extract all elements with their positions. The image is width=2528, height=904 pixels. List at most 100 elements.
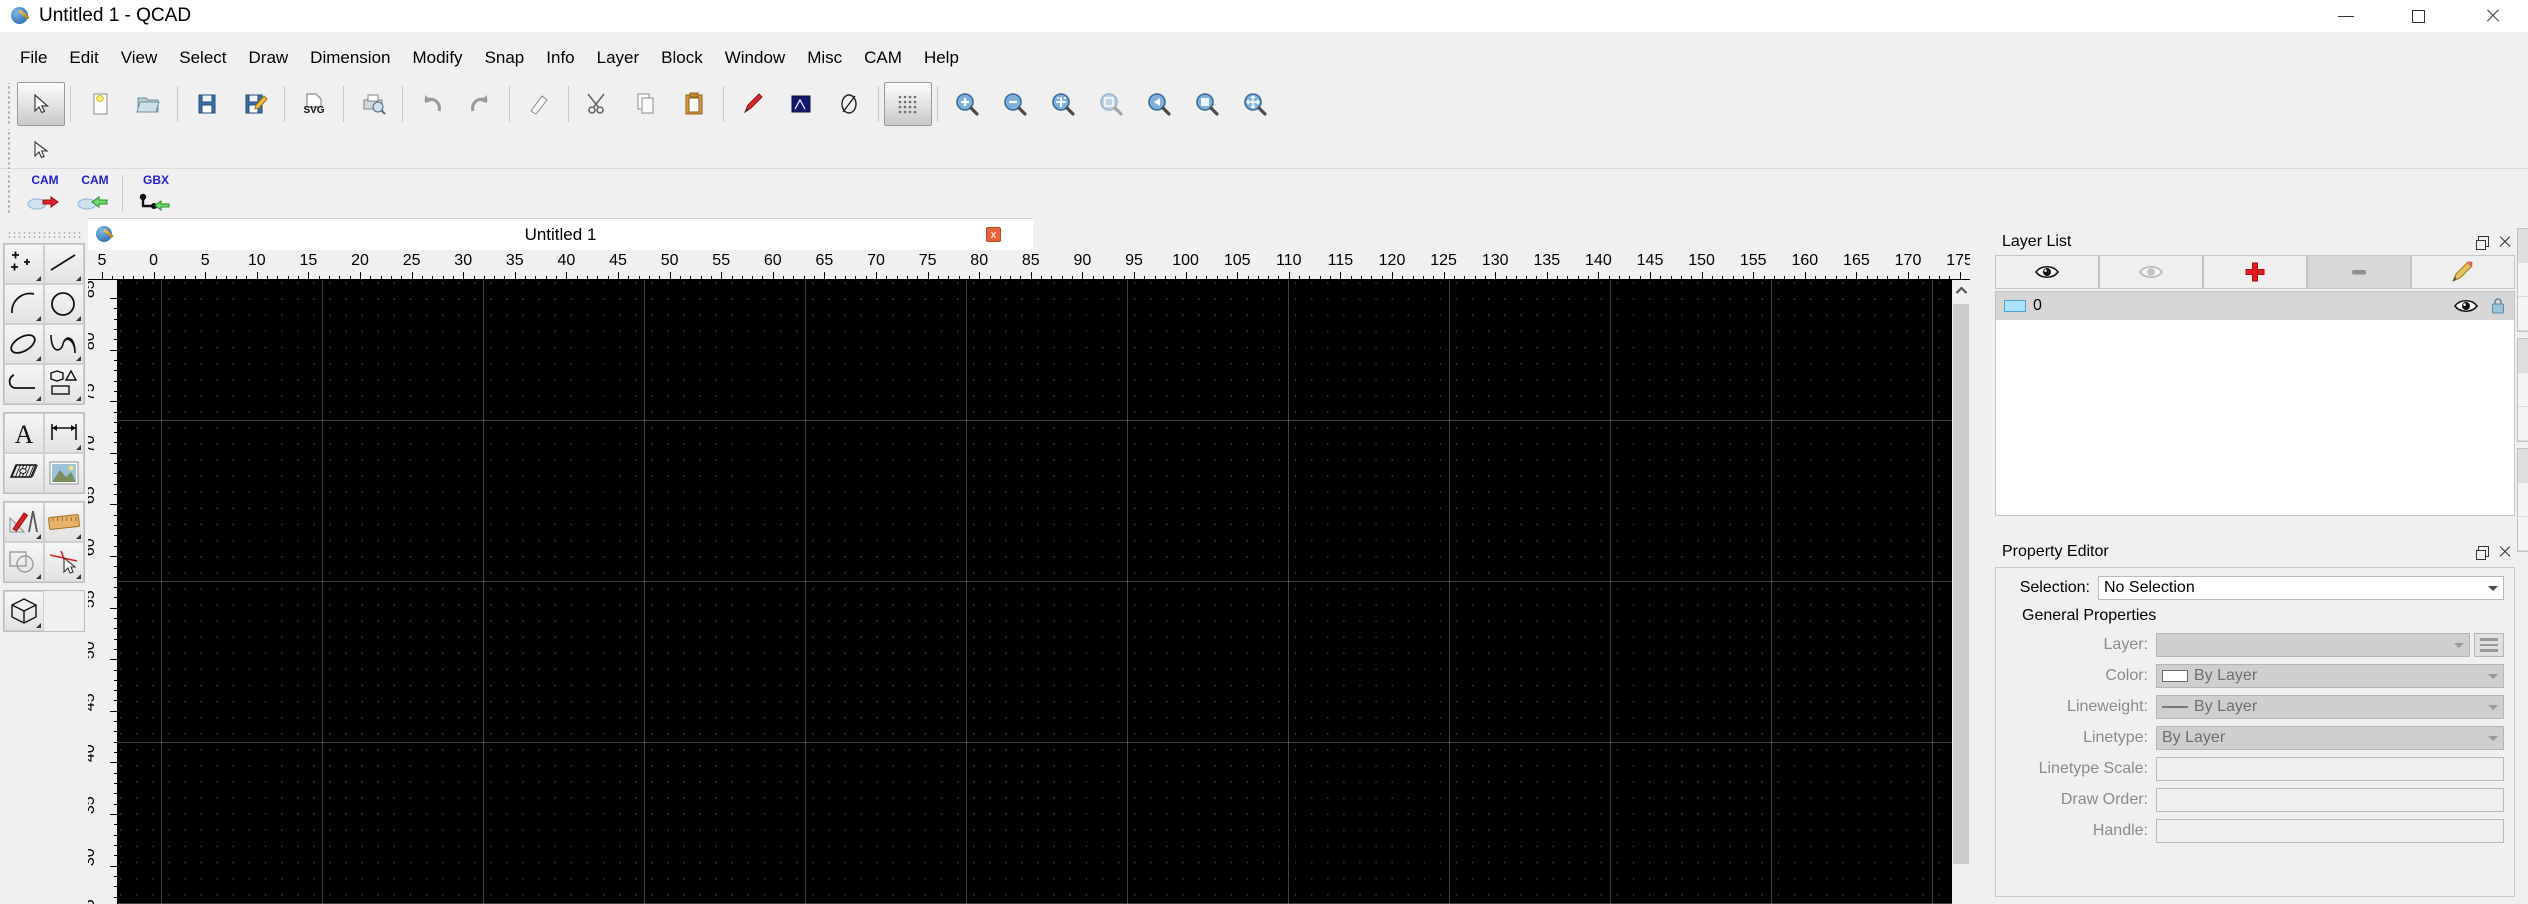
new-file-button[interactable] bbox=[76, 82, 124, 126]
property-field-draworder[interactable] bbox=[2156, 788, 2504, 812]
draw-line-tool-button[interactable] bbox=[44, 244, 84, 284]
save-file-button[interactable] bbox=[183, 82, 231, 126]
misc-panel-button[interactable] bbox=[2518, 517, 2528, 551]
draw-arc-tool-button[interactable] bbox=[4, 284, 44, 324]
property-editor-float-button[interactable] bbox=[2476, 546, 2489, 560]
layer-list-items[interactable]: 0 bbox=[1995, 291, 2515, 516]
block-list-panel-button[interactable] bbox=[2518, 229, 2528, 263]
zoom-window-button[interactable] bbox=[1087, 82, 1135, 126]
paste-button[interactable] bbox=[670, 82, 718, 126]
zoom-selection-button[interactable] bbox=[1183, 82, 1231, 126]
document-tab-close-button[interactable]: x bbox=[986, 227, 1001, 242]
menu-block[interactable]: Block bbox=[650, 45, 714, 71]
erase-button[interactable] bbox=[515, 82, 563, 126]
close-button[interactable] bbox=[2455, 0, 2528, 32]
menu-file[interactable]: File bbox=[9, 45, 58, 71]
property-editor-close-button[interactable] bbox=[2499, 546, 2511, 558]
export-svg-button[interactable]: SVG bbox=[290, 82, 338, 126]
cam-import-button[interactable]: CAM bbox=[67, 173, 117, 213]
toolbar-grip[interactable] bbox=[5, 82, 14, 125]
layer-edit-panel-button[interactable] bbox=[2518, 407, 2528, 441]
save-as-file-button[interactable] bbox=[231, 82, 279, 126]
property-field-linetype[interactable]: By Layer bbox=[2156, 726, 2504, 750]
zoom-auto-button[interactable] bbox=[1039, 82, 1087, 126]
property-field-layer[interactable] bbox=[2156, 633, 2470, 657]
menu-draw[interactable]: Draw bbox=[238, 45, 300, 71]
draw-dimension-tool-button[interactable] bbox=[44, 413, 84, 453]
draw-hatch-tool-button[interactable] bbox=[4, 453, 44, 493]
add-layer-button[interactable] bbox=[2203, 255, 2307, 289]
draw-pen-button[interactable] bbox=[729, 82, 777, 126]
layer-lock-toggle[interactable] bbox=[2490, 297, 2506, 315]
zoom-previous-button[interactable] bbox=[1135, 82, 1183, 126]
no-selection-circle-button[interactable] bbox=[825, 82, 873, 126]
zoom-in-button[interactable] bbox=[943, 82, 991, 126]
drawing-canvas[interactable] bbox=[118, 280, 1952, 904]
property-field-handle[interactable] bbox=[2156, 819, 2504, 843]
show-all-layers-button[interactable] bbox=[1995, 255, 2099, 289]
gbx-import-button[interactable]: GBX bbox=[128, 173, 178, 213]
menu-cam[interactable]: CAM bbox=[853, 45, 913, 71]
layer-add-panel-button[interactable] bbox=[2518, 373, 2528, 407]
layer-list-close-button[interactable] bbox=[2499, 236, 2511, 248]
draw-shape-tool-button[interactable] bbox=[44, 364, 84, 404]
menu-help[interactable]: Help bbox=[913, 45, 970, 71]
palette-grip[interactable] bbox=[7, 231, 81, 239]
draw-circle-tool-button[interactable] bbox=[44, 284, 84, 324]
cam-export-button[interactable]: CAM bbox=[17, 173, 67, 213]
document-tab-untitled-1[interactable]: Untitled 1 x bbox=[88, 218, 1033, 250]
redo-button[interactable] bbox=[456, 82, 504, 126]
canvas-vertical-scrollbar[interactable] bbox=[1952, 280, 1970, 904]
layer-list-float-button[interactable] bbox=[2476, 236, 2489, 250]
hide-all-layers-button[interactable] bbox=[2099, 255, 2203, 289]
measure-tools-button[interactable] bbox=[44, 502, 84, 542]
toolbar-grip[interactable] bbox=[5, 128, 14, 171]
maximize-button[interactable] bbox=[2382, 0, 2455, 32]
menu-snap[interactable]: Snap bbox=[474, 45, 536, 71]
library-browser-panel-button[interactable] bbox=[2518, 297, 2528, 331]
view-list-panel-button[interactable] bbox=[2518, 263, 2528, 297]
pointer-tool-button[interactable] bbox=[17, 128, 65, 172]
property-field-color[interactable]: By Layer bbox=[2156, 664, 2504, 688]
draw-polyline-tool-button[interactable] bbox=[4, 364, 44, 404]
layer-menu-button[interactable] bbox=[2474, 633, 2504, 657]
menu-layer[interactable]: Layer bbox=[586, 45, 651, 71]
selection-combo[interactable]: No Selection bbox=[2098, 576, 2504, 600]
minimize-button[interactable] bbox=[2309, 0, 2382, 32]
property-editor-panel-button[interactable] bbox=[2518, 449, 2528, 483]
remove-layer-button[interactable] bbox=[2307, 255, 2411, 289]
property-field-linetypescale[interactable] bbox=[2156, 757, 2504, 781]
isometric-tools-button[interactable] bbox=[4, 591, 44, 631]
toolbar-grip[interactable] bbox=[5, 171, 14, 214]
menu-info[interactable]: Info bbox=[535, 45, 585, 71]
insert-image-tool-button[interactable] bbox=[44, 453, 84, 493]
layer-visibility-toggle[interactable] bbox=[2453, 297, 2479, 315]
layer-row[interactable]: 0 bbox=[1996, 292, 2514, 320]
toggle-grid-button[interactable] bbox=[884, 81, 932, 126]
zoom-out-button[interactable] bbox=[991, 82, 1039, 126]
menu-misc[interactable]: Misc bbox=[796, 45, 853, 71]
undo-button[interactable] bbox=[408, 82, 456, 126]
edit-layer-button[interactable] bbox=[2411, 255, 2515, 289]
snap-tools-button[interactable] bbox=[4, 542, 44, 582]
menu-select[interactable]: Select bbox=[168, 45, 237, 71]
layer-list-panel-button[interactable] bbox=[2518, 339, 2528, 373]
scroll-up-button[interactable] bbox=[1952, 280, 1970, 300]
cut-button[interactable] bbox=[574, 82, 622, 126]
draw-spline-tool-button[interactable] bbox=[44, 324, 84, 364]
property-field-lineweight[interactable]: By Layer bbox=[2156, 695, 2504, 719]
info-tools-button[interactable] bbox=[44, 542, 84, 582]
modify-tools-button[interactable] bbox=[4, 502, 44, 542]
select-cursor-tool-button[interactable] bbox=[17, 81, 65, 126]
menu-window[interactable]: Window bbox=[714, 45, 796, 71]
copy-button[interactable] bbox=[622, 82, 670, 126]
draw-point-tool-button[interactable] bbox=[4, 244, 44, 284]
draw-text-tool-button[interactable]: A bbox=[4, 413, 44, 453]
zoom-pan-button[interactable] bbox=[1231, 82, 1279, 126]
menu-view[interactable]: View bbox=[110, 45, 169, 71]
menu-modify[interactable]: Modify bbox=[401, 45, 473, 71]
command-line-panel-button[interactable] bbox=[2518, 483, 2528, 517]
scrollbar-thumb[interactable] bbox=[1953, 304, 1969, 864]
menu-dimension[interactable]: Dimension bbox=[299, 45, 401, 71]
menu-edit[interactable]: Edit bbox=[58, 45, 109, 71]
